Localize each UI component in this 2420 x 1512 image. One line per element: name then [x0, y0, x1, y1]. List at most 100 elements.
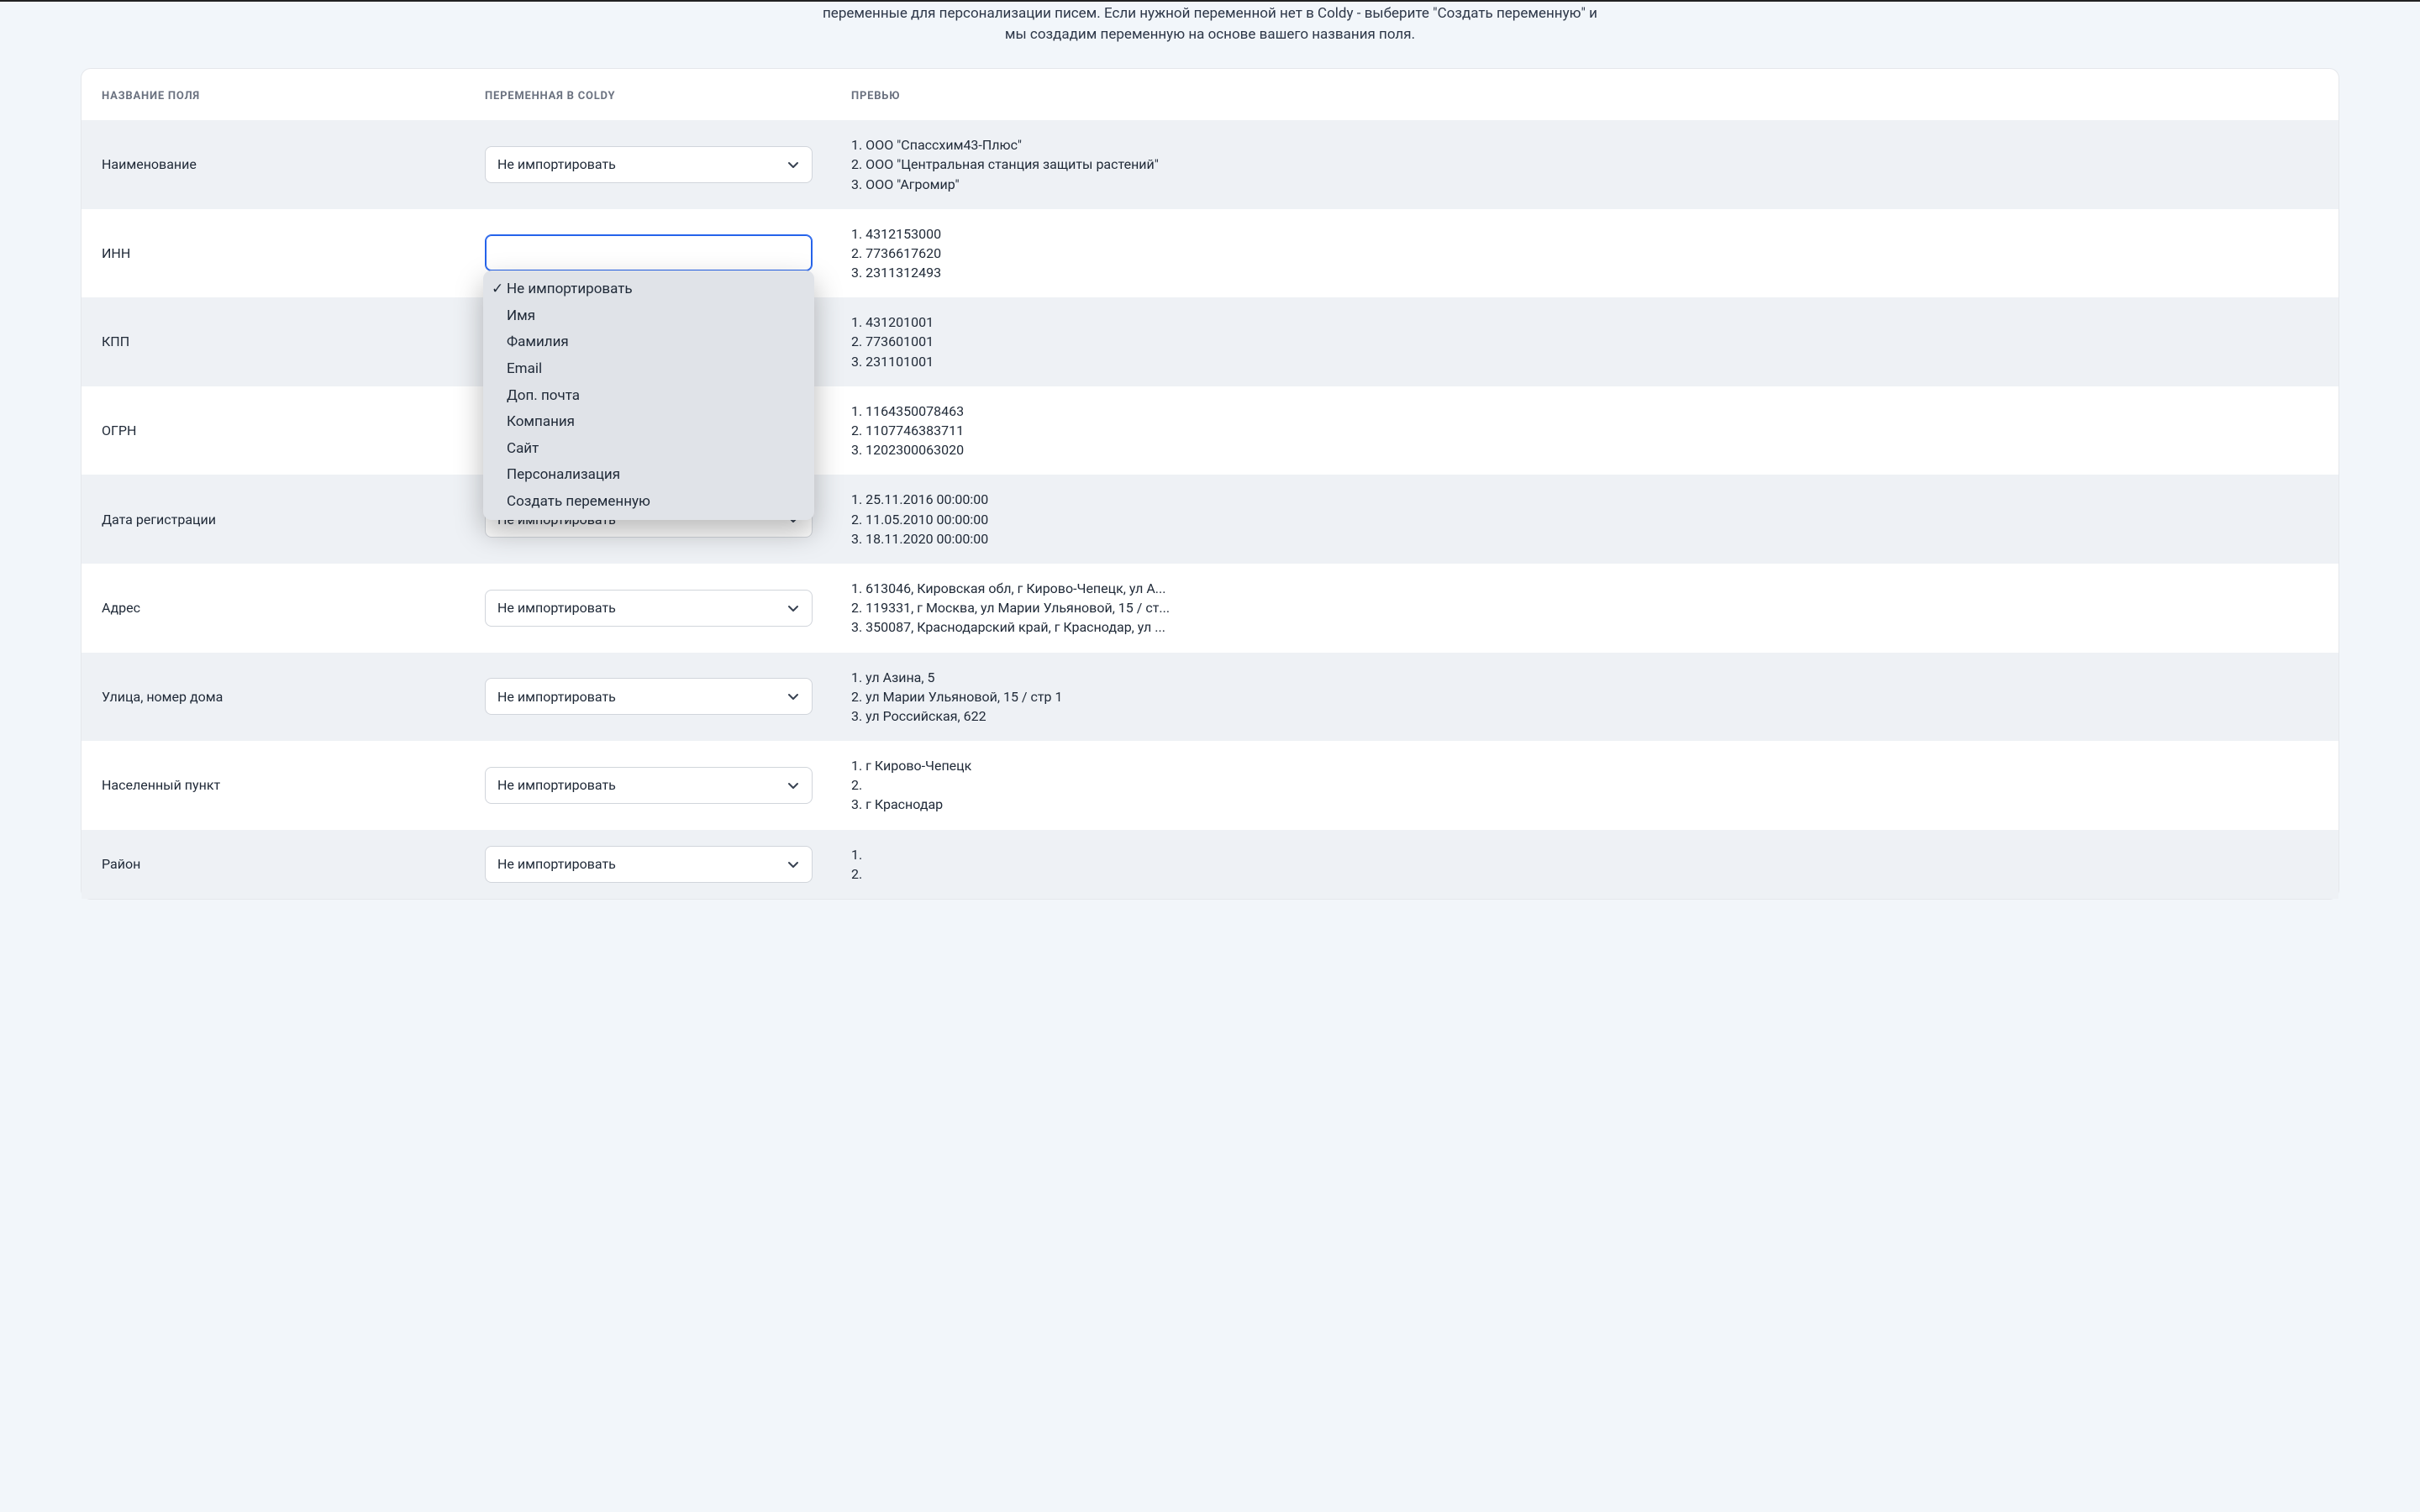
th-preview: ПРЕВЬЮ [851, 89, 2318, 105]
dropdown-option-label: Доп. почта [507, 386, 580, 407]
preview-line: 1. 1164350078463 [851, 402, 1204, 421]
variable-select[interactable]: Не импортировать [485, 846, 813, 883]
field-name: КПП [102, 332, 471, 351]
preview-line: 1. [851, 845, 1204, 864]
variable-cell: Не импортировать [485, 590, 838, 627]
preview-cell: 1. г Кирово-Чепецк2.3. г Краснодар [851, 756, 1204, 815]
preview-line: 3. ул Российская, 622 [851, 706, 1204, 726]
preview-line: 3. 231101001 [851, 352, 1204, 371]
dropdown-option-label: Email [507, 359, 542, 380]
field-name: Наименование [102, 155, 471, 174]
variable-cell: Не импортировать [485, 767, 838, 804]
preview-cell: 1. 613046, Кировская обл, г Кирово-Чепец… [851, 579, 1204, 638]
preview-cell: 1. 4312010012. 7736010013. 231101001 [851, 312, 1204, 371]
field-name: Адрес [102, 598, 471, 617]
dropdown-option-label: Создать переменную [507, 491, 650, 512]
preview-line: 3. г Краснодар [851, 795, 1204, 814]
preview-line: 2. ООО "Центральная станция защиты расте… [851, 155, 1204, 174]
dropdown-option[interactable]: Email [483, 355, 814, 382]
variable-select[interactable]: Не импортировать✓Не импортироватьИмяФами… [485, 234, 813, 271]
dropdown-option[interactable]: Доп. почта [483, 382, 814, 409]
dropdown-option-label: Не импортировать [507, 279, 633, 300]
intro-text: переменные для персонализации писем. Есл… [739, 2, 1681, 45]
preview-cell: 1.2. [851, 845, 1204, 884]
variable-select[interactable]: Не импортировать [485, 678, 813, 715]
table-row: ОГРННе импортировать1. 11643500784632. 1… [82, 386, 2338, 475]
dropdown: ✓Не импортировать Имя Фамилия Email Доп. поч… [483, 270, 814, 520]
table-row: Улица, номер дома Не импортировать 1. ул А… [82, 653, 2338, 742]
chevron-down-icon [785, 777, 802, 794]
dropdown-option[interactable]: Сайт [483, 435, 814, 462]
select-label: Не импортировать [497, 854, 616, 874]
preview-line: 1. 25.11.2016 00:00:00 [851, 490, 1204, 509]
preview-line: 1. 4312153000 [851, 224, 1204, 244]
field-name: Дата регистрации [102, 510, 471, 529]
intro-line2: мы создадим переменную на основе вашего … [1005, 26, 1415, 43]
dropdown-option[interactable]: Персонализация [483, 462, 814, 489]
table-row: Населенный пунктНе импортировать1. г Кир… [82, 741, 2338, 830]
field-name: ОГРН [102, 421, 471, 440]
table-row: Адрес Не импортировать 1. 613046, Кировска… [82, 564, 2338, 653]
preview-line: 1. 431201001 [851, 312, 1204, 332]
preview-line: 3. 2311312493 [851, 263, 1204, 282]
preview-line: 1. ул Азина, 5 [851, 668, 1204, 687]
select-label: Не импортировать [497, 687, 616, 706]
variable-select[interactable]: Не импортировать [485, 767, 813, 804]
dropdown-option-label: Компания [507, 412, 575, 433]
preview-cell: 1. 25.11.2016 00:00:002. 11.05.2010 00:0… [851, 490, 1204, 549]
dropdown-option-label: Сайт [507, 438, 539, 459]
th-variable: ПЕРЕМЕННАЯ В COLDY [485, 89, 838, 105]
intro-line1: переменные для персонализации писем. Есл… [823, 5, 1597, 22]
preview-cell: 1. 43121530002. 77366176203. 2311312493 [851, 224, 1204, 283]
variable-cell: Не импортировать [485, 846, 838, 883]
variable-select[interactable]: Не импортировать [485, 146, 813, 183]
preview-line: 2. 11.05.2010 00:00:00 [851, 510, 1204, 529]
field-name: Улица, номер дома [102, 687, 471, 706]
preview-line: 2. [851, 775, 1204, 795]
table-row: КППНе импортировать1. 4312010012. 773601… [82, 297, 2338, 386]
dropdown-option[interactable]: Компания [483, 409, 814, 436]
field-name: ИНН [102, 244, 471, 263]
variable-cell: Не импортировать [485, 678, 838, 715]
table-row: Район Не импортировать 1.2. [82, 830, 2338, 899]
dropdown-option[interactable]: Имя [483, 302, 814, 329]
preview-line: 2. ул Марии Ульяновой, 15 / стр 1 [851, 687, 1204, 706]
dropdown-option-label: Персонализация [507, 465, 620, 486]
variable-cell: Не импортировать [485, 146, 838, 183]
field-name: Район [102, 854, 471, 874]
preview-cell: 1. ООО "Спассхим43-Плюс"2. ООО "Централь… [851, 135, 1204, 194]
select-label: Не импортировать [497, 598, 616, 617]
variable-cell: Не импортировать✓Не импортироватьИмяФами… [485, 234, 838, 271]
preview-cell: 1. 11643500784632. 11077463837113. 12023… [851, 402, 1204, 460]
dropdown-option[interactable]: Создать переменную [483, 489, 814, 516]
chevron-down-icon [785, 688, 802, 705]
select-label: Не импортировать [497, 155, 616, 174]
table-header: НАЗВАНИЕ ПОЛЯ ПЕРЕМЕННАЯ В COLDY ПРЕВЬЮ [82, 69, 2338, 120]
check-icon: ✓ [492, 279, 503, 300]
dropdown-option-label: Имя [507, 306, 535, 327]
page: переменные для персонализации писем. Есл… [0, 2, 2420, 933]
table-row: Дата регистрацииНе импортировать1. 25.11… [82, 475, 2338, 564]
table-row: Наименование Не импортировать 1. ООО "Спас… [82, 120, 2338, 209]
preview-line: 1. 613046, Кировская обл, г Кирово-Чепец… [851, 579, 1204, 598]
dropdown-option[interactable]: Фамилия [483, 329, 814, 356]
chevron-down-icon [785, 156, 802, 173]
chevron-down-icon [785, 856, 802, 873]
select-label: Не импортировать [497, 775, 616, 795]
preview-line: 2. 7736617620 [851, 244, 1204, 263]
preview-line: 1. г Кирово-Чепецк [851, 756, 1204, 775]
variable-select[interactable]: Не импортировать [485, 590, 813, 627]
th-field-name: НАЗВАНИЕ ПОЛЯ [102, 89, 471, 105]
preview-line: 2. [851, 864, 1204, 884]
table-row: ИНН Не импортировать✓Не импортироватьИмяФ… [82, 209, 2338, 298]
preview-line: 2. 1107746383711 [851, 421, 1204, 440]
preview-cell: 1. ул Азина, 52. ул Марии Ульяновой, 15 … [851, 668, 1204, 727]
dropdown-option[interactable]: ✓Не импортировать [483, 276, 814, 302]
preview-line: 2. 119331, г Москва, ул Марии Ульяновой,… [851, 598, 1204, 617]
preview-line: 2. 773601001 [851, 332, 1204, 351]
preview-line: 1. ООО "Спассхим43-Плюс" [851, 135, 1204, 155]
preview-line: 3. ООО "Агромир" [851, 175, 1204, 194]
preview-line: 3. 1202300063020 [851, 440, 1204, 459]
dropdown-option-label: Фамилия [507, 332, 569, 353]
mapping-table: НАЗВАНИЕ ПОЛЯ ПЕРЕМЕННАЯ В COLDY ПРЕВЬЮ … [81, 68, 2339, 900]
